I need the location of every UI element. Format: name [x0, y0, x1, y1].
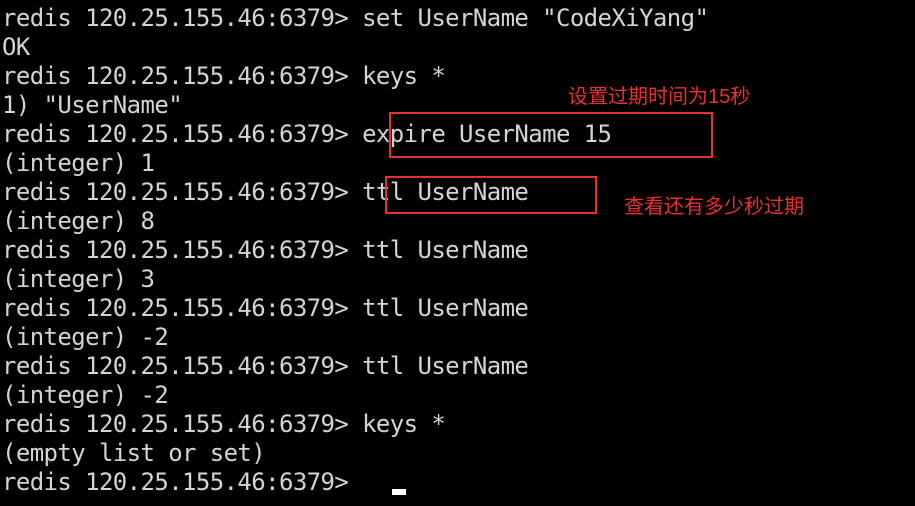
terminal-line-ttl-result: (integer) 3	[2, 265, 155, 293]
terminal-line-current-prompt[interactable]: redis 120.25.155.46:6379>	[2, 468, 362, 497]
terminal-line-keys-command: redis 120.25.155.46:6379> keys *	[2, 410, 446, 438]
ttl-annotation-label: 查看还有多少秒过期	[624, 196, 804, 218]
terminal-line-expire-result: (integer) 1	[2, 149, 155, 177]
terminal-line-keys-result: (empty list or set)	[2, 439, 266, 467]
terminal-line-ttl-command: redis 120.25.155.46:6379> ttl UserName	[2, 236, 529, 264]
terminal-line-ttl-command: redis 120.25.155.46:6379> ttl UserName	[2, 294, 529, 322]
text-cursor	[392, 489, 406, 495]
terminal-line-ttl-result: (integer) -2	[2, 323, 169, 351]
terminal-window[interactable]: redis 120.25.155.46:6379> set UserName "…	[0, 0, 915, 506]
terminal-line-ok: OK	[2, 33, 30, 61]
terminal-line-ttl-result: (integer) 8	[2, 207, 155, 235]
terminal-line-set-command: redis 120.25.155.46:6379> set UserName "…	[2, 4, 709, 32]
terminal-line-ttl-command: redis 120.25.155.46:6379> ttl UserName	[2, 352, 529, 380]
expire-annotation-label: 设置过期时间为15秒	[568, 86, 751, 108]
terminal-line-keys-command: redis 120.25.155.46:6379> keys *	[2, 62, 446, 90]
terminal-line-ttl-result: (integer) -2	[2, 381, 169, 409]
ttl-command-highlight-box	[385, 176, 597, 214]
expire-command-highlight-box	[389, 112, 713, 158]
terminal-line-keys-result: 1) "UserName"	[2, 91, 183, 119]
